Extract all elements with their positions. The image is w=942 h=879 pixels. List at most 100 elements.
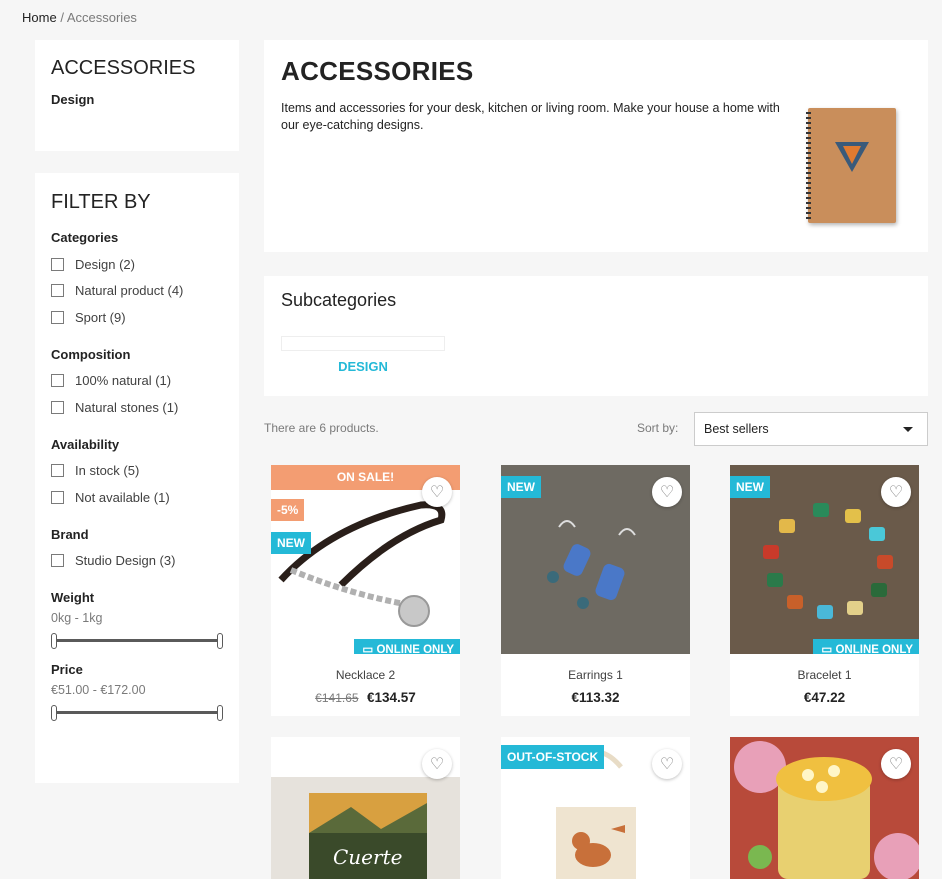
filter-option-label: Design (2) [75,256,135,272]
filter-option-label: In stock (5) [75,463,140,479]
sort-label: Sort by: [637,421,679,435]
poster-script-text: Cuerte [333,845,403,869]
breadcrumb-current: Accessories [66,10,137,25]
product-image[interactable]: NEW ▭ ONLINE ONLY ♡ [730,465,919,654]
filter-group-weight: Weight [51,590,95,605]
heart-icon[interactable]: ♡ [422,749,452,779]
filter-option[interactable]: Design (2) [51,251,223,278]
product-card[interactable]: ♡ [730,737,919,879]
product-image[interactable]: ♡ [730,737,919,879]
product-name[interactable]: Necklace 2 [271,668,460,682]
breadcrumb-separator: / [60,10,64,25]
online-only-badge: ▭ ONLINE ONLY [354,639,460,654]
product-card[interactable]: OUT-OF-STOCK ♡ [501,737,690,879]
subcategory-image[interactable] [281,336,445,351]
filter-option-label: Not available (1) [75,489,170,505]
category-description: Items and accessories for your desk, kit… [281,101,780,132]
product-card[interactable]: ON SALE! -5% NEW ▭ ONLINE ONLY ♡ Necklac… [271,465,460,716]
category-title: ACCESSORIES [281,56,474,86]
slider-handle-max[interactable] [217,633,223,649]
filter-option-label: Natural stones (1) [75,399,179,415]
filter-panel: FILTER BY Categories Design (2) Natural … [35,173,239,783]
filter-option-label: Natural product (4) [75,283,184,299]
heart-icon[interactable]: ♡ [422,477,452,507]
caret-down-icon [903,427,913,432]
filter-option[interactable]: Studio Design (3) [51,548,223,575]
slider-handle-min[interactable] [51,633,57,649]
new-badge: NEW [730,476,770,498]
subcategory-link-design[interactable]: DESIGN [281,359,445,374]
slider-handle-min[interactable] [51,705,57,721]
filter-option-label: 100% natural (1) [75,373,172,389]
slider-track [54,639,220,642]
heart-icon[interactable]: ♡ [652,749,682,779]
breadcrumb-home-link[interactable]: Home [22,10,57,25]
product-image[interactable]: ON SALE! -5% NEW ▭ ONLINE ONLY ♡ [271,465,460,654]
product-name[interactable]: Bracelet 1 [730,668,919,682]
product-card[interactable]: NEW ♡ Earrings 1 €113.32 [501,465,690,716]
category-cover-image [806,108,896,223]
notebook-spiral [806,112,811,219]
checkbox[interactable] [51,374,64,388]
discount-badge: -5% [271,499,305,521]
heart-icon[interactable]: ♡ [881,477,911,507]
product-price: €47.22 [803,690,846,705]
product-image[interactable]: OUT-OF-STOCK ♡ [501,737,690,879]
category-tree-box: ACCESSORIES Design [35,40,239,151]
filter-option[interactable]: Sport (9) [51,304,223,331]
product-card[interactable]: Cuerte ♡ [271,737,460,879]
weight-slider[interactable] [51,632,223,650]
weight-range-label: 0kg - 1kg [51,611,103,625]
checkbox[interactable] [51,310,64,324]
checkbox[interactable] [51,554,64,568]
heart-icon[interactable]: ♡ [881,749,911,779]
category-tree-item-design[interactable]: Design [51,92,223,107]
subcategories-box: Subcategories DESIGN [264,276,928,396]
sort-dropdown[interactable]: Best sellers [694,412,928,446]
price-slider[interactable] [51,704,223,722]
product-price: €113.32 [571,690,620,705]
product-count: There are 6 products. [264,421,379,435]
filter-option[interactable]: Natural stones (1) [51,394,223,421]
filter-option[interactable]: 100% natural (1) [51,368,223,395]
filter-panel-title: FILTER BY [51,191,151,213]
product-price-line: €141.65 €134.57 [271,689,460,707]
online-only-badge: ▭ ONLINE ONLY [813,639,919,654]
new-badge: NEW [271,532,311,554]
price-range-label: €51.00 - €172.00 [51,683,146,697]
heart-icon[interactable]: ♡ [652,477,682,507]
product-image[interactable]: Cuerte ♡ [271,737,460,879]
fox-illustration-inner [843,146,861,164]
out-of-stock-badge: OUT-OF-STOCK [501,745,605,769]
product-name[interactable]: Earrings 1 [501,668,690,682]
filter-group-price: Price [51,662,83,677]
filter-option[interactable]: Not available (1) [51,484,223,511]
filter-option-label: Sport (9) [75,309,126,325]
filter-group-availability: Availability [51,436,120,452]
checkbox[interactable] [51,284,64,298]
new-badge: NEW [501,476,541,498]
filter-option[interactable]: In stock (5) [51,458,223,485]
product-card[interactable]: NEW ▭ ONLINE ONLY ♡ Bracelet 1 €47.22 [730,465,919,716]
product-price: €134.57 [367,690,416,705]
filter-group-composition: Composition [51,346,131,362]
breadcrumb: Home / Accessories [22,10,137,25]
filter-option-label: Studio Design (3) [75,553,176,569]
category-tree-title[interactable]: ACCESSORIES [51,57,223,80]
checkbox[interactable] [51,464,64,478]
product-image[interactable]: NEW ♡ [501,465,690,654]
checkbox[interactable] [51,490,64,504]
slider-handle-max[interactable] [217,705,223,721]
filter-option[interactable]: Natural product (4) [51,278,223,305]
sort-value: Best sellers [704,422,769,436]
filter-group-brand: Brand [51,526,89,542]
filter-group-categories: Categories [51,230,119,245]
checkbox[interactable] [51,400,64,414]
slider-track [54,711,220,714]
product-price-line: €47.22 [730,689,919,707]
regular-price: €141.65 [315,691,359,705]
subcategories-title: Subcategories [281,290,397,310]
online-only-label: ONLINE ONLY [835,644,913,654]
category-header: ACCESSORIES Items and accessories for yo… [264,40,928,252]
checkbox[interactable] [51,257,64,271]
